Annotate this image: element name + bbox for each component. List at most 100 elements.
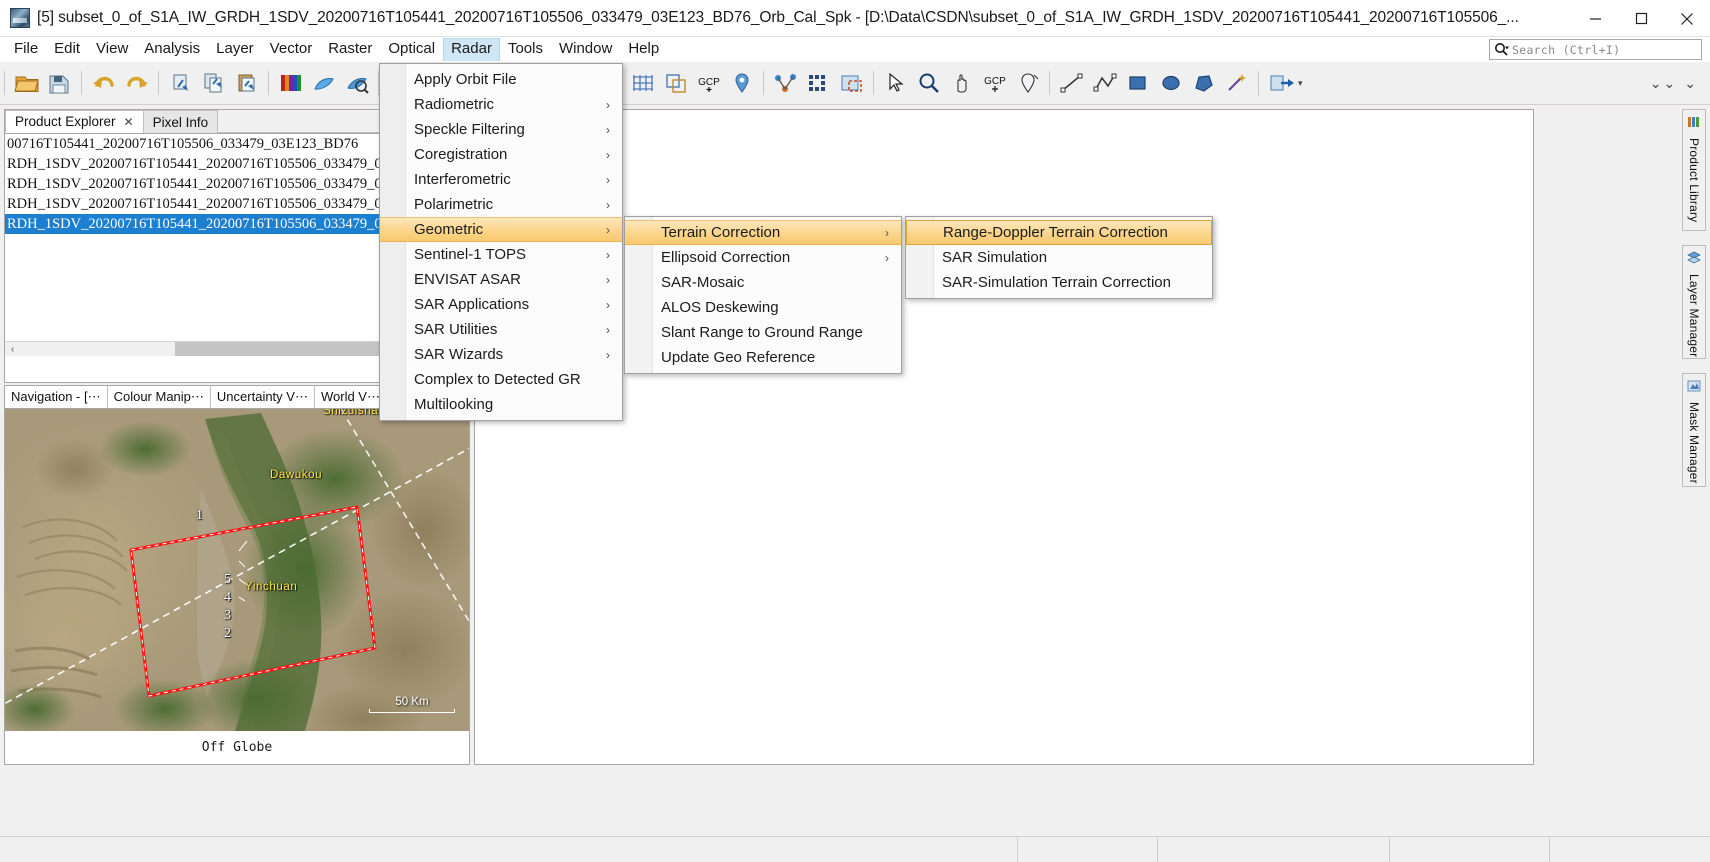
copy-icon[interactable] — [198, 68, 229, 99]
menu-help[interactable]: Help — [620, 38, 667, 61]
svg-text:GCP: GCP — [984, 76, 1006, 87]
menu-item-interferometric[interactable]: Interferometric › — [380, 167, 622, 192]
geometric-submenu[interactable]: Terrain Correction › Ellipsoid Correctio… — [624, 216, 902, 374]
menu-item-sar-simulation[interactable]: SAR Simulation — [906, 245, 1212, 270]
search-input[interactable]: Search (Ctrl+I) — [1489, 39, 1702, 60]
tab-world-view[interactable]: World V⋯ — [313, 386, 386, 408]
pin-manager-icon[interactable] — [726, 68, 757, 99]
polygon-drawing-icon[interactable] — [1188, 68, 1219, 99]
polyline-drawing-icon[interactable] — [1089, 68, 1120, 99]
redo-icon[interactable] — [121, 68, 152, 99]
menu-item-polarimetric[interactable]: Polarimetric › — [380, 192, 622, 217]
map-city-label: Yinchuan — [245, 581, 298, 593]
menu-item-update-geo-reference[interactable]: Update Geo Reference — [625, 345, 901, 370]
menu-item-sar-mosaic[interactable]: SAR-Mosaic — [625, 270, 901, 295]
terrain-correction-submenu[interactable]: Range-Doppler Terrain Correction SAR Sim… — [905, 216, 1213, 299]
menu-raster[interactable]: Raster — [320, 38, 380, 61]
undo-icon[interactable] — [88, 68, 119, 99]
toolbar-divider — [268, 71, 269, 95]
open-product-icon[interactable] — [11, 68, 42, 99]
menu-window[interactable]: Window — [551, 38, 620, 61]
line-drawing-icon[interactable] — [1056, 68, 1087, 99]
sidebar-item-mask-manager[interactable]: Mask Manager — [1682, 373, 1706, 487]
menu-radar[interactable]: Radar — [443, 38, 500, 61]
cut-icon[interactable] — [165, 68, 196, 99]
product-subset-icon[interactable] — [836, 68, 867, 99]
scroll-left-icon[interactable]: ‹ — [5, 344, 20, 355]
menu-item-coregistration[interactable]: Coregistration › — [380, 142, 622, 167]
chevron-right-icon: › — [606, 322, 610, 337]
export-view-icon[interactable] — [1265, 68, 1296, 99]
zoom-tool-icon[interactable] — [913, 68, 944, 99]
menu-item-sar-wizards[interactable]: SAR Wizards › — [380, 342, 622, 367]
map-marker: 4 — [224, 590, 231, 605]
graph-builder-icon[interactable] — [770, 68, 801, 99]
tab-navigation[interactable]: Navigation - [⋯ — [5, 386, 107, 408]
minimize-button[interactable] — [1572, 0, 1618, 37]
rectangle-drawing-icon[interactable] — [1122, 68, 1153, 99]
information-icon[interactable] — [308, 68, 339, 99]
radar-dropdown-menu[interactable]: Apply Orbit File Radiometric › Speckle F… — [379, 63, 623, 421]
menu-item-alos-deskewing[interactable]: ALOS Deskewing — [625, 295, 901, 320]
menu-analysis[interactable]: Analysis — [136, 38, 208, 61]
menu-item-range-doppler-terrain-correction[interactable]: Range-Doppler Terrain Correction — [906, 220, 1212, 245]
menu-item-terrain-correction[interactable]: Terrain Correction › — [625, 220, 901, 245]
close-button[interactable] — [1664, 0, 1710, 37]
menu-item-speckle-filtering[interactable]: Speckle Filtering › — [380, 117, 622, 142]
maximize-button[interactable] — [1618, 0, 1664, 37]
tab-uncertainty-visualisation[interactable]: Uncertainty V⋯ — [209, 386, 314, 408]
world-view-map[interactable]: Shizuishan Dawukou Yinchuan 1 5 4 3 2 50… — [5, 409, 469, 731]
toolbar-overflow-chevron-icon[interactable]: ▾ — [1298, 78, 1303, 89]
sidebar-item-layer-manager[interactable]: Layer Manager — [1682, 245, 1706, 359]
tab-colour-manipulation[interactable]: Colour Manip⋯ — [106, 386, 210, 408]
menu-file[interactable]: File — [6, 38, 46, 61]
menu-tools[interactable]: Tools — [500, 38, 551, 61]
zoom-to-product-icon[interactable] — [341, 68, 372, 99]
menu-label: Slant Range to Ground Range — [661, 324, 863, 341]
save-product-icon[interactable] — [44, 68, 75, 99]
menu-label: Radiometric — [414, 96, 495, 113]
tab-pixel-info[interactable]: Pixel Info — [142, 110, 219, 133]
menu-item-apply-orbit-file[interactable]: Apply Orbit File — [380, 67, 622, 92]
ellipse-drawing-icon[interactable] — [1155, 68, 1186, 99]
menu-label: Interferometric — [414, 171, 511, 188]
menu-item-slant-range-to-ground-range[interactable]: Slant Range to Ground Range — [625, 320, 901, 345]
pin-tool-icon[interactable] — [1012, 68, 1043, 99]
menu-optical[interactable]: Optical — [380, 38, 443, 61]
menu-item-complex-to-detected-gr[interactable]: Complex to Detected GR — [380, 367, 622, 392]
selection-tool-icon[interactable] — [880, 68, 911, 99]
menu-item-multilooking[interactable]: Multilooking — [380, 392, 622, 417]
mosaic-icon[interactable] — [627, 68, 658, 99]
menu-item-sar-simulation-terrain-correction[interactable]: SAR-Simulation Terrain Correction — [906, 270, 1212, 295]
menu-item-geometric[interactable]: Geometric › — [380, 217, 622, 242]
gcp-tool-icon[interactable]: GCP — [979, 68, 1010, 99]
title-bar: [5] subset_0_of_S1A_IW_GRDH_1SDV_2020071… — [0, 0, 1710, 37]
document-area[interactable] — [474, 109, 1534, 765]
paste-icon[interactable] — [231, 68, 262, 99]
colour-manipulation-icon[interactable] — [275, 68, 306, 99]
menu-edit[interactable]: Edit — [46, 38, 88, 61]
menu-item-ellipsoid-correction[interactable]: Ellipsoid Correction › — [625, 245, 901, 270]
gcp-manager-icon[interactable]: GCP — [693, 68, 724, 99]
menu-item-radiometric[interactable]: Radiometric › — [380, 92, 622, 117]
tab-product-explorer[interactable]: Product Explorer ✕ — [5, 110, 144, 133]
chevron-right-icon: › — [606, 122, 610, 137]
menu-view[interactable]: View — [88, 38, 136, 61]
menu-layer[interactable]: Layer — [208, 38, 262, 61]
menu-vector[interactable]: Vector — [262, 38, 321, 61]
close-icon[interactable]: ✕ — [124, 115, 134, 129]
toolbar-expand-1-icon[interactable]: ⌄ — [1650, 75, 1662, 92]
pan-tool-icon[interactable] — [946, 68, 977, 99]
menu-item-sar-utilities[interactable]: SAR Utilities › — [380, 317, 622, 342]
toolbar-expand-2-icon[interactable]: ⌄ — [1664, 75, 1676, 92]
menu-item-sentinel-1-tops[interactable]: Sentinel-1 TOPS › — [380, 242, 622, 267]
scrollbar-thumb[interactable] — [175, 341, 385, 356]
batch-processing-icon[interactable] — [803, 68, 834, 99]
collocation-icon[interactable] — [660, 68, 691, 99]
magic-wand-icon[interactable] — [1221, 68, 1252, 99]
menu-item-envisat-asar[interactable]: ENVISAT ASAR › — [380, 267, 622, 292]
sidebar-item-product-library[interactable]: Product Library — [1682, 109, 1706, 231]
sidebar-label-product-library: Product Library — [1687, 138, 1701, 223]
toolbar-expand-3-icon[interactable]: ⌄ — [1684, 75, 1696, 92]
menu-item-sar-applications[interactable]: SAR Applications › — [380, 292, 622, 317]
